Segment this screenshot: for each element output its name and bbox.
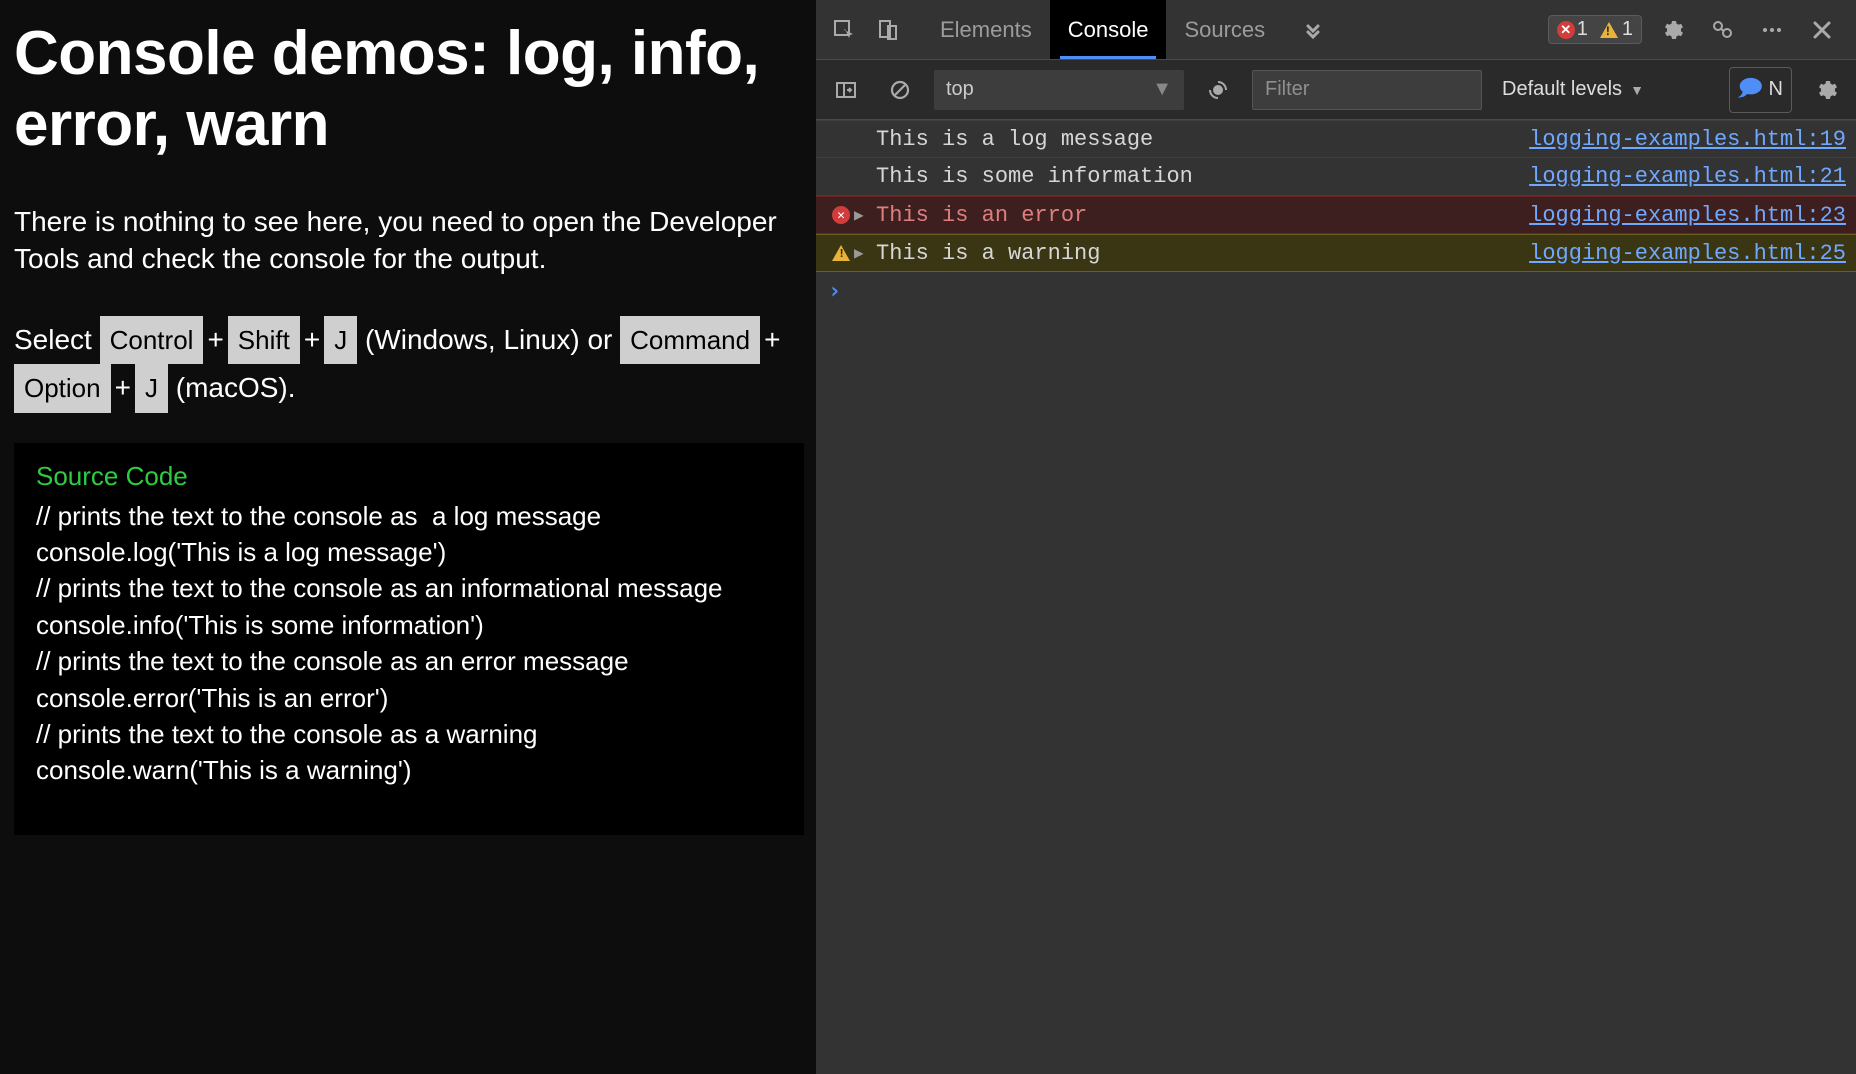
source-link[interactable]: logging-examples.html:19 [1529,127,1846,152]
toggle-sidebar-icon[interactable] [826,70,866,110]
kbd-prefix: Select [14,324,100,355]
source-code-title: Source Code [36,461,782,492]
kbd-option: Option [14,364,111,412]
devtools-panel: Elements Console Sources ✕ 1 1 [816,0,1856,1074]
devtools-tabbar: Elements Console Sources ✕ 1 1 [816,0,1856,60]
kbd-win-suffix: (Windows, Linux) or [365,324,620,355]
issues-button[interactable]: 🗩 N [1729,67,1792,113]
filter-input[interactable] [1252,70,1482,110]
console-prompt[interactable]: › [816,272,1856,310]
close-icon[interactable] [1802,10,1842,50]
plus-separator: + [203,324,227,355]
kbd-mac-suffix: (macOS). [176,372,296,403]
keyboard-shortcut-line: Select Control+Shift+J (Windows, Linux) … [14,316,802,412]
error-icon: ✕ [828,206,854,224]
console-message-log[interactable]: This is a log messagelogging-examples.ht… [816,120,1856,158]
more-tabs-icon[interactable] [1293,10,1333,50]
context-value: top [946,78,974,101]
error-warning-badge[interactable]: ✕ 1 1 [1548,15,1642,44]
tab-console[interactable]: Console [1050,0,1167,59]
prompt-caret-icon: › [828,279,841,304]
clear-console-icon[interactable] [880,70,920,110]
error-badge-icon: ✕ [1557,21,1575,39]
inspect-element-icon[interactable] [824,10,864,50]
live-expression-icon[interactable] [1198,70,1238,110]
console-message-text: This is some information [874,164,1529,189]
kbd-j: J [324,316,357,364]
plus-separator: + [300,324,324,355]
warning-badge-icon [1600,22,1618,38]
console-message-text: This is a log message [874,127,1529,152]
customize-icon[interactable] [1702,10,1742,50]
dropdown-caret-icon: ▼ [1630,82,1644,98]
tab-elements[interactable]: Elements [922,0,1050,59]
plus-separator: + [760,324,784,355]
kbd-shift: Shift [228,316,300,364]
kbd-command: Command [620,316,760,364]
source-link[interactable]: logging-examples.html:25 [1529,241,1846,266]
kbd-j: J [135,364,168,412]
context-selector[interactable]: top ▼ [934,70,1184,110]
expand-arrow-icon[interactable]: ▶ [854,205,874,225]
more-options-icon[interactable] [1752,10,1792,50]
source-code-content: // prints the text to the console as a l… [36,498,782,789]
tab-sources[interactable]: Sources [1166,0,1283,59]
console-message-error[interactable]: ✕▶This is an errorlogging-examples.html:… [816,196,1856,234]
settings-icon[interactable] [1652,10,1692,50]
devtools-tabs: Elements Console Sources [922,0,1283,59]
console-message-text: This is a warning [874,241,1529,266]
source-code-block: Source Code // prints the text to the co… [14,443,804,835]
plus-separator: + [111,372,135,403]
page-title: Console demos: log, info, error, warn [14,18,802,161]
expand-arrow-icon[interactable]: ▶ [854,243,874,263]
demo-page: Console demos: log, info, error, warn Th… [0,0,816,1074]
source-link[interactable]: logging-examples.html:21 [1529,164,1846,189]
kbd-control: Control [100,316,204,364]
log-levels-selector[interactable]: Default levels ▼ [1502,78,1644,101]
console-settings-icon[interactable] [1806,70,1846,110]
console-toolbar: top ▼ Default levels ▼ 🗩 N [816,60,1856,120]
console-output: This is a log messagelogging-examples.ht… [816,120,1856,1074]
source-link[interactable]: logging-examples.html:23 [1529,203,1846,228]
error-count: 1 [1577,18,1588,41]
device-toolbar-icon[interactable] [868,10,908,50]
issues-icon: 🗩 [1738,71,1762,109]
page-intro: There is nothing to see here, you need t… [14,203,802,279]
dropdown-caret-icon: ▼ [1152,78,1172,101]
console-message-text: This is an error [874,203,1529,228]
warning-icon [828,245,854,261]
issues-label: N [1769,78,1783,101]
console-message-warn[interactable]: ▶This is a warninglogging-examples.html:… [816,234,1856,272]
warning-count: 1 [1622,18,1633,41]
log-levels-label: Default levels [1502,78,1622,101]
console-message-info[interactable]: This is some informationlogging-examples… [816,158,1856,196]
